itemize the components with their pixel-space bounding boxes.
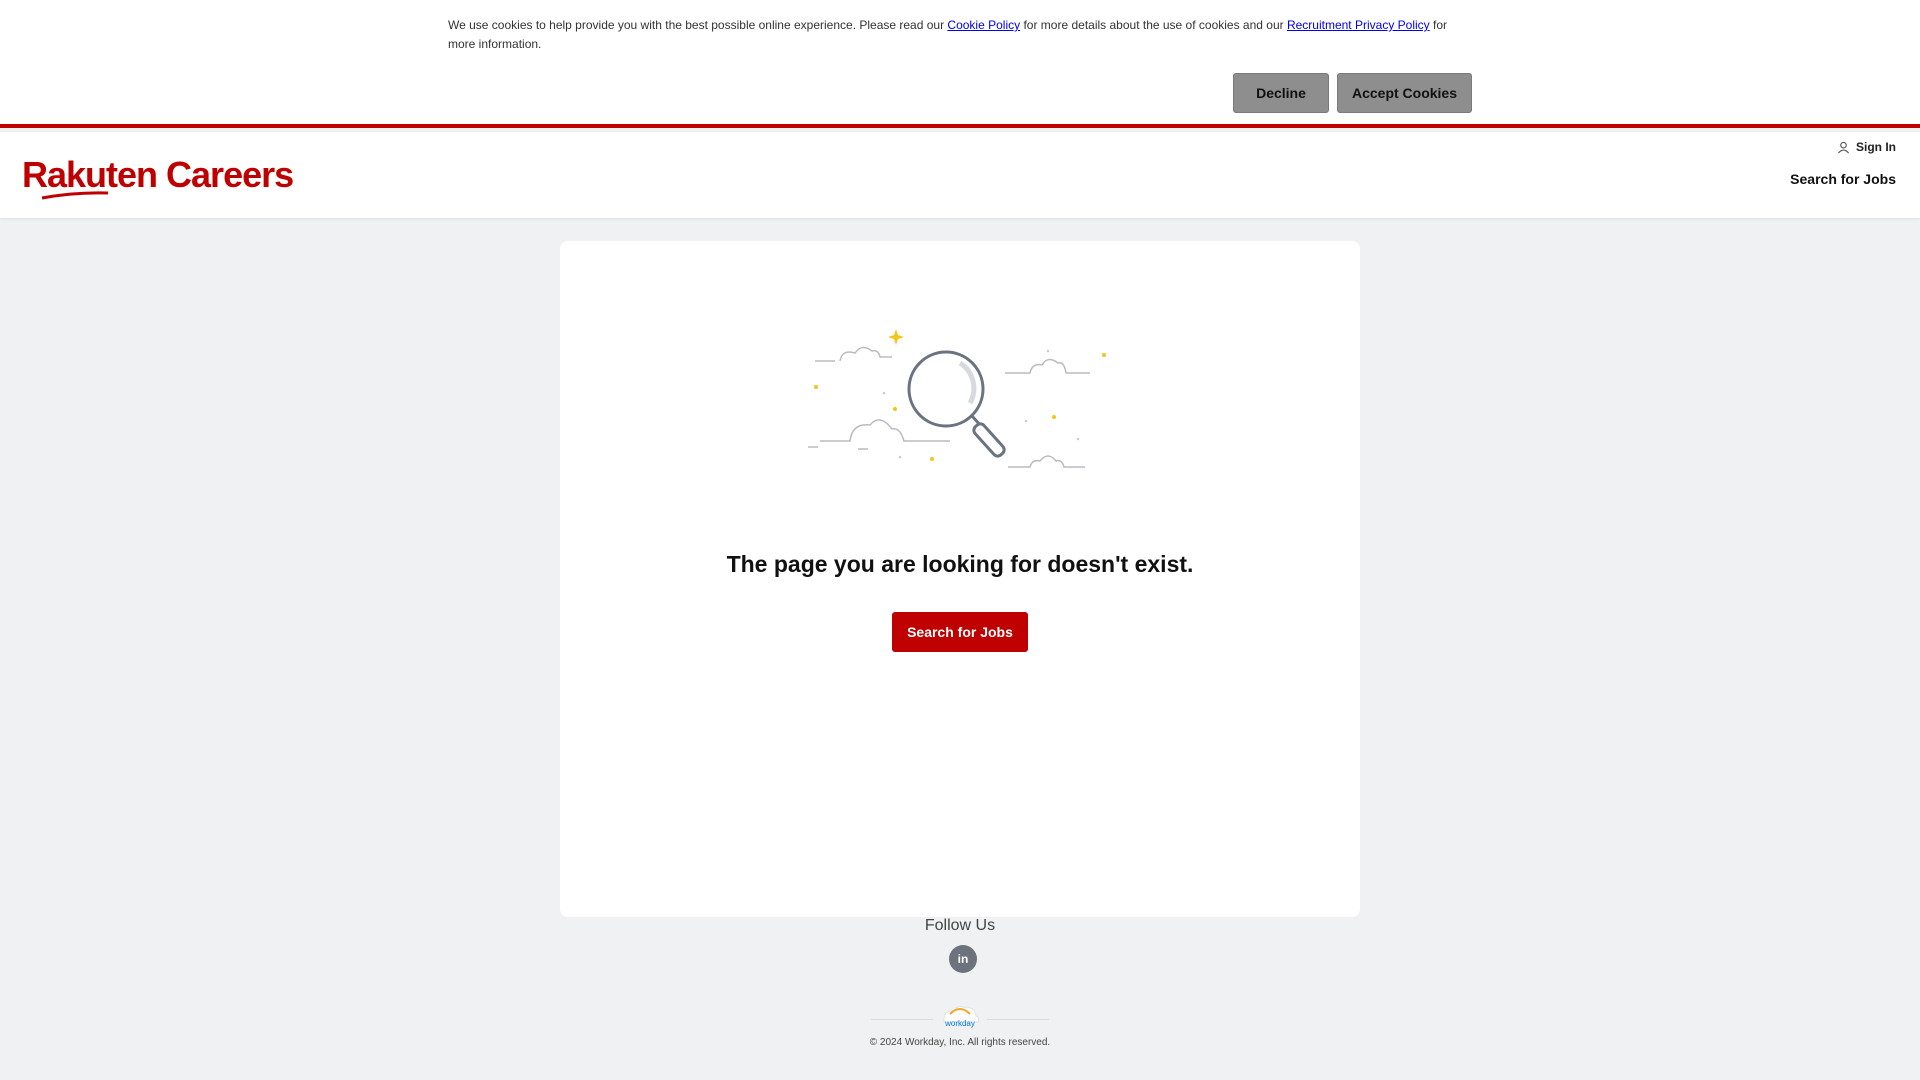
footer-divider-left <box>871 1019 933 1020</box>
site-header: Rakuten Careers Sign In Search for Jobs <box>0 132 1920 218</box>
follow-us-label: Follow Us <box>924 917 996 934</box>
footer-divider-right <box>987 1019 1049 1020</box>
logo-swoosh-icon <box>41 191 109 200</box>
user-icon <box>1837 141 1850 153</box>
workday-logo-text: workday <box>944 1019 975 1028</box>
header-search-jobs-link[interactable]: Search for Jobs <box>1790 171 1896 187</box>
accept-cookies-button[interactable]: Accept Cookies <box>1337 73 1472 113</box>
magnifying-glass-icon <box>808 329 1106 468</box>
cookie-text-before: We use cookies to help provide you with … <box>448 18 948 32</box>
search-for-jobs-button[interactable]: Search for Jobs <box>892 612 1028 652</box>
cookie-text-middle: for more details about the use of cookie… <box>1020 18 1287 32</box>
privacy-policy-link[interactable]: Recruitment Privacy Policy <box>1287 18 1430 32</box>
workday-logo-icon: workday <box>943 1006 980 1028</box>
cookie-message: We use cookies to help provide you with … <box>448 16 1448 54</box>
page-not-found-heading: The page you are looking for doesn't exi… <box>726 551 1194 577</box>
cookie-policy-link[interactable]: Cookie Policy <box>947 18 1020 32</box>
copyright-text: © 2024 Workday, Inc. All rights reserved… <box>869 1037 1051 1048</box>
sign-in-link[interactable]: Sign In <box>1837 140 1896 154</box>
linkedin-icon[interactable]: in <box>949 945 977 973</box>
sign-in-label: Sign In <box>1856 140 1896 154</box>
main-card: The page you are looking for doesn't exi… <box>560 241 1360 917</box>
decline-cookies-button[interactable]: Decline <box>1233 73 1329 113</box>
cookie-banner: We use cookies to help provide you with … <box>0 0 1920 128</box>
